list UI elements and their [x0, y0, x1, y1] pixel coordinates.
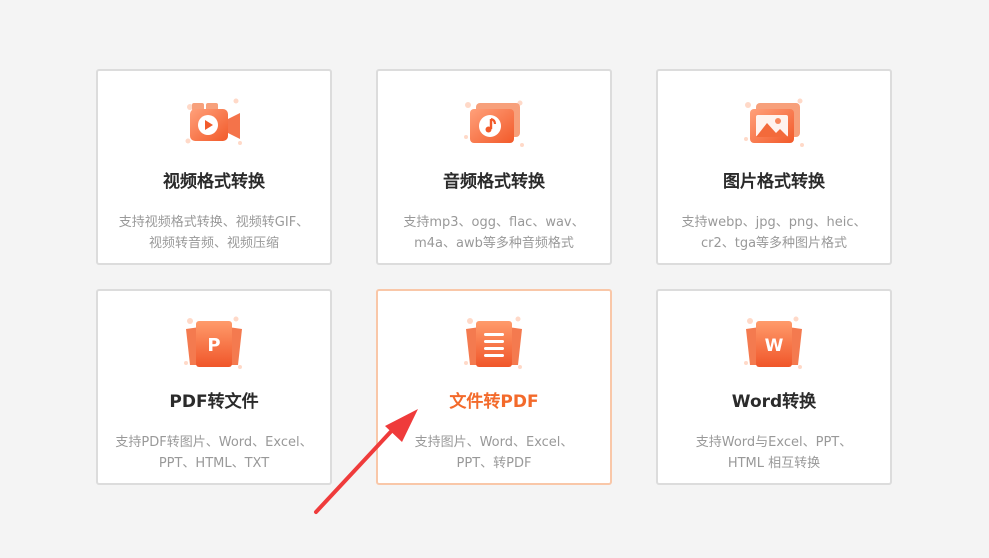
pdf-file-icon: P: [182, 313, 246, 375]
card-title: PDF转文件: [169, 392, 259, 412]
music-note-icon: [462, 93, 526, 155]
card-desc-line: 支持视频格式转换、视频转GIF、: [118, 215, 310, 230]
card-description: 支持图片、Word、Excel、 PPT、转PDF: [384, 432, 604, 474]
card-title: Word转换: [731, 392, 817, 412]
word-file-icon: W: [742, 313, 806, 375]
card-title: 图片格式转换: [723, 172, 825, 192]
card-pdf-to-file[interactable]: P PDF转文件 支持PDF转图片、Word、Excel、 PPT、HTML、T…: [96, 289, 332, 485]
card-description: 支持mp3、ogg、flac、wav、 m4a、awb等多种音频格式: [384, 212, 604, 254]
card-video-convert[interactable]: 视频格式转换 支持视频格式转换、视频转GIF、 视频转音频、视频压缩: [96, 69, 332, 265]
card-desc-line: 支持图片、Word、Excel、: [414, 435, 574, 450]
video-camera-icon: [182, 93, 246, 155]
card-desc-line: PPT、转PDF: [456, 456, 532, 471]
card-desc-line: HTML 相互转换: [727, 456, 821, 471]
card-title: 文件转PDF: [449, 392, 539, 412]
document-lines-icon: [462, 313, 526, 375]
card-desc-line: 支持PDF转图片、Word、Excel、: [115, 435, 313, 450]
card-desc-line: PPT、HTML、TXT: [158, 456, 270, 471]
card-desc-line: 支持Word与Excel、PPT、: [695, 435, 853, 450]
card-desc-line: cr2、tga等多种图片格式: [700, 236, 848, 251]
card-image-convert[interactable]: 图片格式转换 支持webp、jpg、png、heic、 cr2、tga等多种图片…: [656, 69, 892, 265]
card-description: 支持Word与Excel、PPT、 HTML 相互转换: [664, 432, 884, 474]
card-desc-line: m4a、awb等多种音频格式: [414, 236, 574, 251]
card-audio-convert[interactable]: 音频格式转换 支持mp3、ogg、flac、wav、 m4a、awb等多种音频格…: [376, 69, 612, 265]
card-description: 支持PDF转图片、Word、Excel、 PPT、HTML、TXT: [104, 432, 324, 474]
card-description: 支持视频格式转换、视频转GIF、 视频转音频、视频压缩: [104, 212, 324, 254]
card-desc-line: 支持webp、jpg、png、heic、: [681, 215, 867, 230]
card-title: 音频格式转换: [443, 172, 545, 192]
card-desc-line: 支持mp3、ogg、flac、wav、: [403, 215, 585, 230]
card-word-convert[interactable]: W Word转换 支持Word与Excel、PPT、 HTML 相互转换: [656, 289, 892, 485]
image-icon: [742, 93, 806, 155]
card-file-to-pdf[interactable]: 文件转PDF 支持图片、Word、Excel、 PPT、转PDF: [376, 289, 612, 485]
card-description: 支持webp、jpg、png、heic、 cr2、tga等多种图片格式: [664, 212, 884, 254]
card-title: 视频格式转换: [163, 172, 265, 192]
card-desc-line: 视频转音频、视频压缩: [148, 236, 279, 251]
word-letter: W: [765, 336, 784, 356]
pdf-letter: P: [207, 335, 220, 356]
